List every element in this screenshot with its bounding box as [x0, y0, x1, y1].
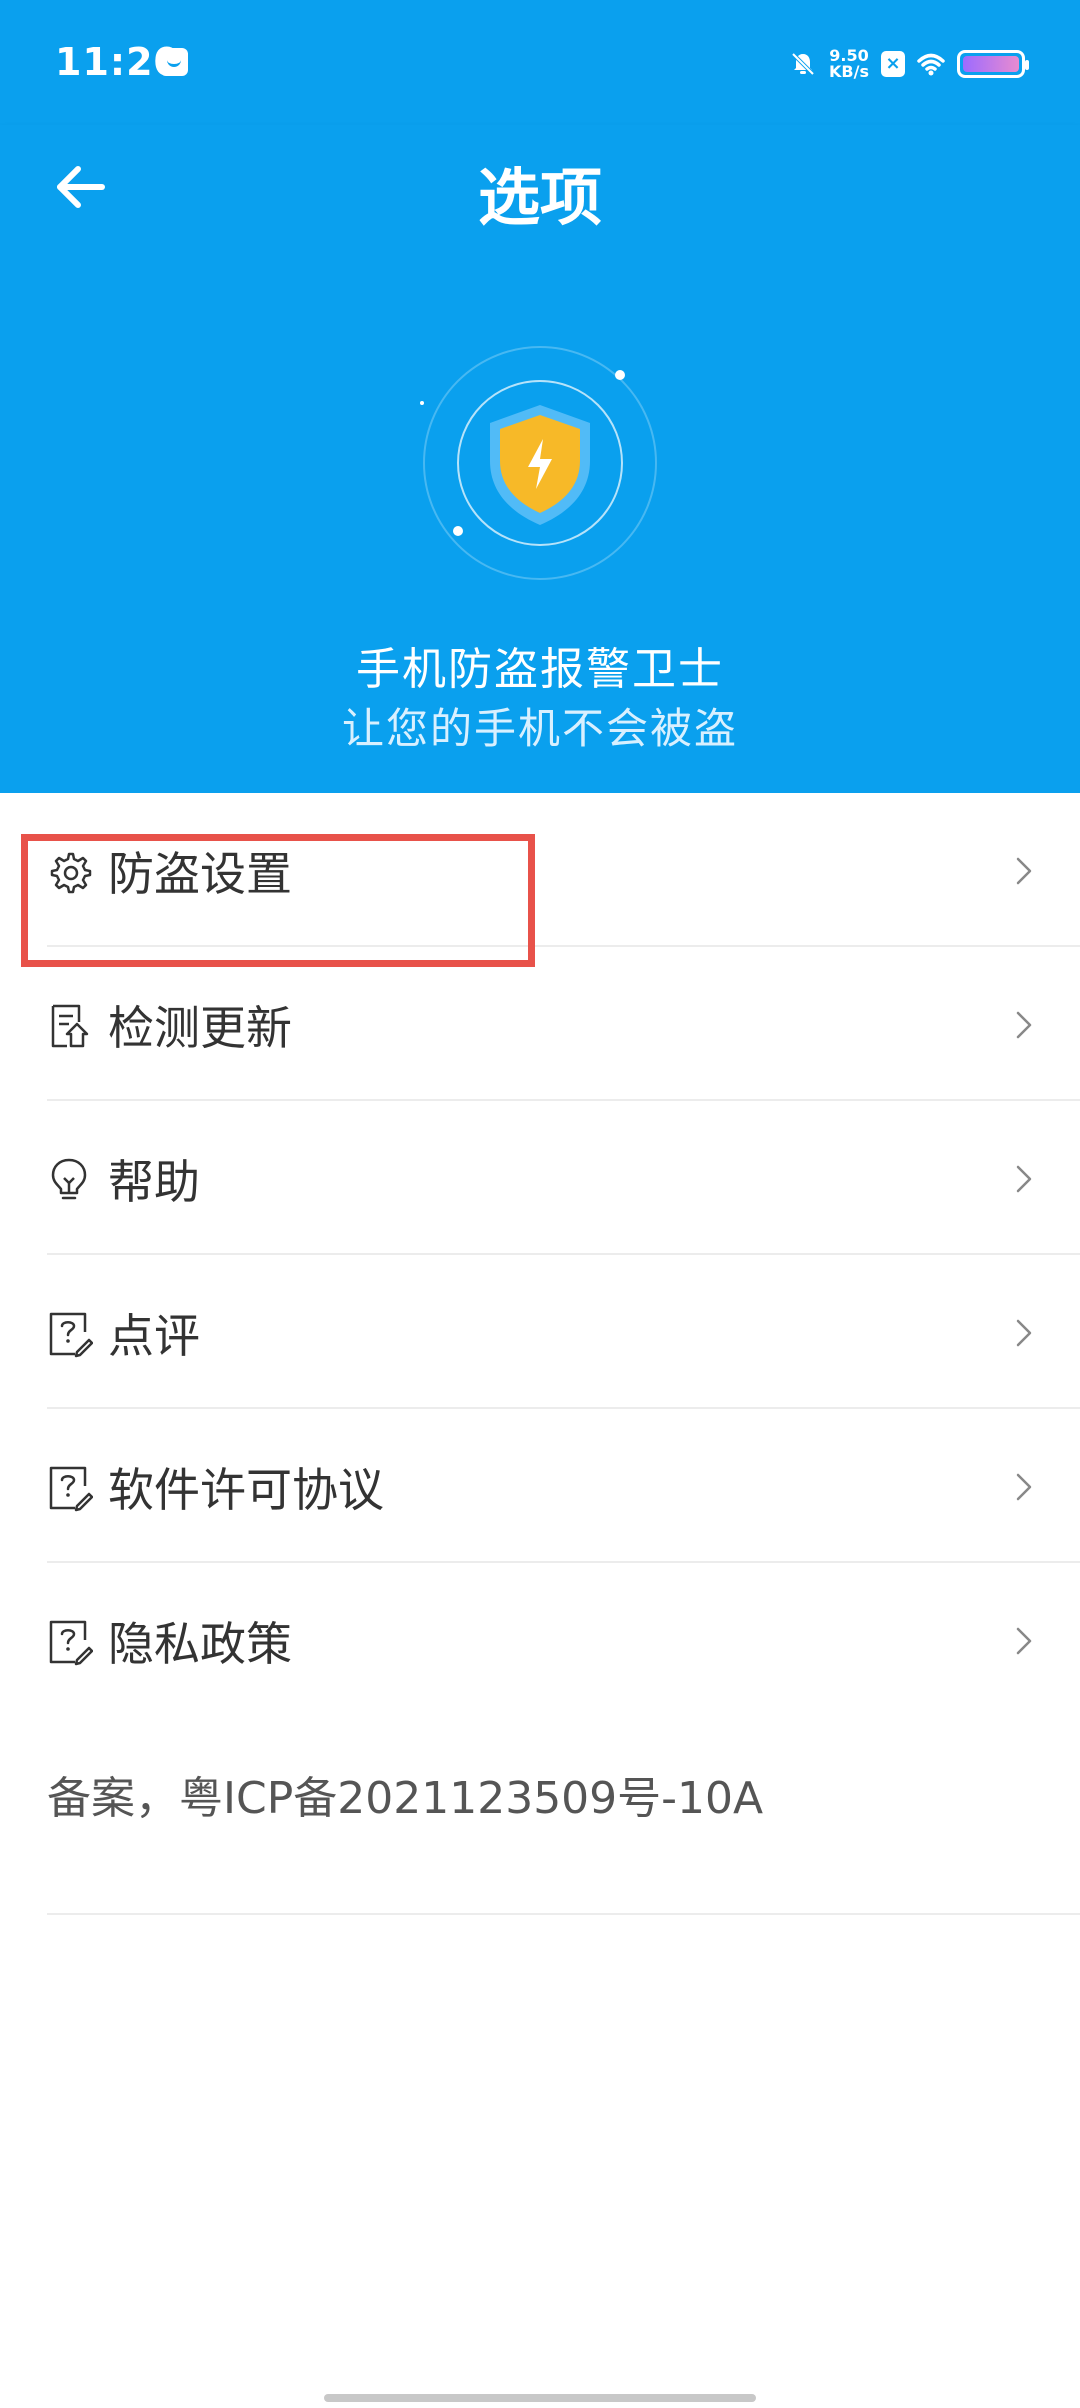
- notification-icon: [160, 48, 188, 76]
- lightbulb-icon: [51, 1158, 87, 1200]
- chevron-right-icon: [1016, 1165, 1032, 1193]
- network-speed: 9.50 KB/s: [829, 48, 869, 80]
- battery-icon: [957, 50, 1029, 78]
- speed-unit: KB/s: [829, 62, 869, 81]
- menu-item-label: 隐私政策: [108, 1617, 292, 1671]
- battery-fill: [963, 56, 1019, 72]
- question-edit-icon: [49, 1466, 93, 1512]
- status-bar: 11:20 9.50 KB/s ×: [0, 0, 1080, 125]
- options-list: 防盗设置 检测更新 帮助 点评 软件许可协议 隐私政策: [0, 793, 1080, 1717]
- page-title: 选项: [477, 161, 602, 234]
- home-indicator[interactable]: [324, 2394, 756, 2402]
- question-edit-icon: [49, 1620, 93, 1666]
- divider: [47, 1913, 1080, 1915]
- hero-subtitle: 让您的手机不会被盗: [341, 704, 738, 753]
- question-edit-icon: [49, 1312, 93, 1358]
- document-update-icon: [51, 1004, 89, 1048]
- wifi-icon: [917, 53, 945, 76]
- mute-bell-icon: [791, 52, 815, 76]
- chevron-right-icon: [1016, 857, 1032, 885]
- app-bar: 选项: [0, 125, 1080, 263]
- menu-item-label: 帮助: [108, 1155, 200, 1209]
- menu-item-privacy-policy[interactable]: 隐私政策: [0, 1563, 1080, 1717]
- icp-record-link[interactable]: 备案，粤ICP备2021123509号-10A: [47, 1762, 763, 1826]
- menu-item-label: 检测更新: [108, 1001, 292, 1055]
- chevron-right-icon: [1016, 1473, 1032, 1501]
- hero-title: 手机防盗报警卫士: [356, 644, 724, 695]
- menu-item-license-agreement[interactable]: 软件许可协议: [0, 1409, 1080, 1563]
- chevron-right-icon: [1016, 1627, 1032, 1655]
- menu-item-label: 点评: [108, 1309, 200, 1363]
- shield-lightning-icon: [420, 346, 657, 580]
- sim-x-icon: ×: [881, 51, 905, 77]
- menu-item-help[interactable]: 帮助: [0, 1101, 1080, 1255]
- menu-item-check-update[interactable]: 检测更新: [0, 947, 1080, 1101]
- menu-item-label: 软件许可协议: [108, 1463, 384, 1517]
- highlight-box: [21, 834, 535, 967]
- menu-item-review[interactable]: 点评: [0, 1255, 1080, 1409]
- hero-banner: 手机防盗报警卫士 让您的手机不会被盗: [0, 263, 1080, 793]
- chevron-right-icon: [1016, 1319, 1032, 1347]
- chevron-right-icon: [1016, 1011, 1032, 1039]
- status-icons: 9.50 KB/s ×: [789, 40, 1029, 88]
